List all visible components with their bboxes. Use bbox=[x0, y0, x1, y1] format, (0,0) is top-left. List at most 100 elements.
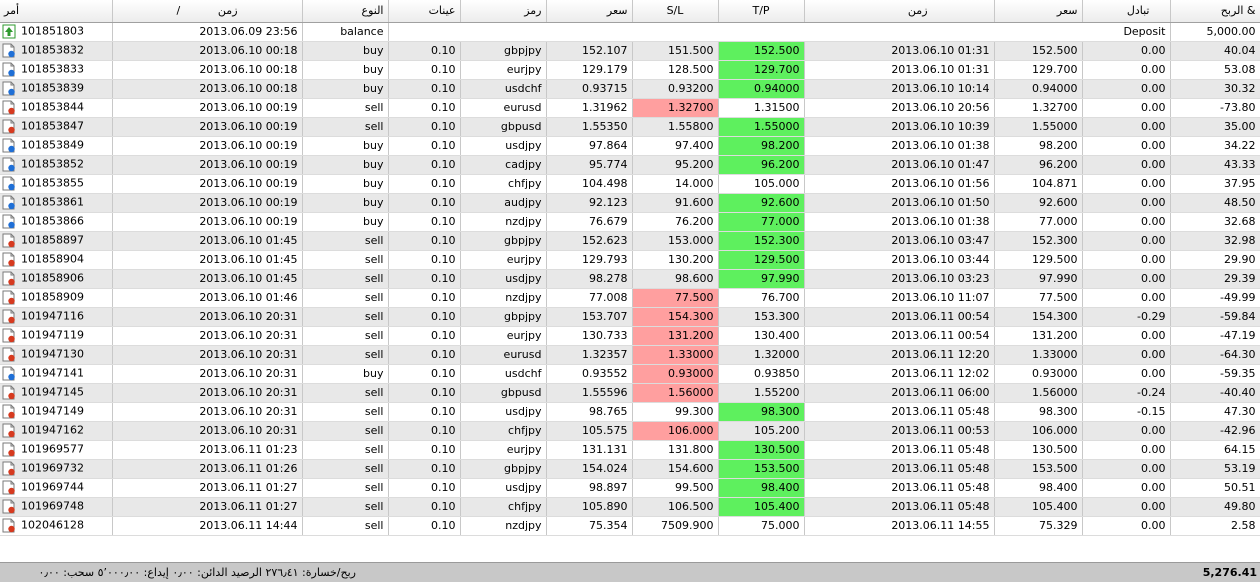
col-lots-header[interactable]: عينات bbox=[388, 0, 461, 23]
balance-row[interactable]: 101851803 2013.06.09 23:56 balance Depos… bbox=[0, 22, 1260, 42]
tp-cell: 152.300 bbox=[718, 231, 805, 251]
close-time-cell: 2013.06.10 01:50 bbox=[804, 193, 995, 213]
profit-cell: 30.32 bbox=[1170, 79, 1260, 99]
tp-cell: 97.990 bbox=[718, 269, 805, 289]
close-time-cell: 2013.06.11 06:00 bbox=[804, 383, 995, 403]
profit-cell: 50.51 bbox=[1170, 478, 1260, 498]
close-price-cell: 98.400 bbox=[994, 478, 1083, 498]
sl-cell: 1.33000 bbox=[632, 345, 719, 365]
trade-row[interactable]: 101853852 2013.06.10 00:19 buy 0.10 cadjpy 95… bbox=[0, 155, 1260, 175]
swap-cell: 0.00 bbox=[1082, 117, 1171, 137]
tp-cell: 98.200 bbox=[718, 136, 805, 156]
sl-cell: 1.55800 bbox=[632, 117, 719, 137]
ticket-cell: 101853839 bbox=[0, 79, 113, 99]
col-type-header[interactable]: النوع bbox=[302, 0, 389, 23]
profit-cell: 48.50 bbox=[1170, 193, 1260, 213]
col-time-header[interactable]: / زمن bbox=[112, 0, 303, 23]
trade-row[interactable]: 101853832 2013.06.10 00:18 buy 0.10 gbpjpy 15… bbox=[0, 41, 1260, 61]
trade-row[interactable]: 101853861 2013.06.10 00:19 buy 0.10 audjpy 92… bbox=[0, 193, 1260, 213]
trade-row[interactable]: 101858904 2013.06.10 01:45 sell 0.10 eurjpy 1… bbox=[0, 250, 1260, 270]
col-ticket-header[interactable]: أمر bbox=[0, 0, 113, 23]
col-symbol-header[interactable]: رمز bbox=[460, 0, 547, 23]
trade-row[interactable]: 101853855 2013.06.10 00:19 buy 0.10 chfjpy 10… bbox=[0, 174, 1260, 194]
close-time-cell: 2013.06.11 14:55 bbox=[804, 516, 995, 536]
close-time-cell: 2013.06.10 01:31 bbox=[804, 60, 995, 80]
lots-cell: 0.10 bbox=[388, 193, 461, 213]
close-price-cell: 75.329 bbox=[994, 516, 1083, 536]
sl-cell: 128.500 bbox=[632, 60, 719, 80]
tp-cell: 152.500 bbox=[718, 41, 805, 61]
trade-row[interactable]: 101858906 2013.06.10 01:45 sell 0.10 usdjpy 9… bbox=[0, 269, 1260, 289]
trade-row[interactable]: 101969732 2013.06.11 01:26 sell 0.10 gbpjpy 1… bbox=[0, 459, 1260, 479]
tp-cell: 130.500 bbox=[718, 440, 805, 460]
trade-row[interactable]: 101853844 2013.06.10 00:19 sell 0.10 eurusd 1… bbox=[0, 98, 1260, 118]
ticket-cell: 101969748 bbox=[0, 497, 113, 517]
close-time-cell: 2013.06.10 11:07 bbox=[804, 288, 995, 308]
trade-row[interactable]: 101858897 2013.06.10 01:45 sell 0.10 gbpjpy 1… bbox=[0, 231, 1260, 251]
trade-row[interactable]: 101947119 2013.06.10 20:31 sell 0.10 eurjpy 1… bbox=[0, 326, 1260, 346]
col-profit-header[interactable]: الربح & bbox=[1170, 0, 1260, 23]
profit-cell: -64.30 bbox=[1170, 345, 1260, 365]
open-time-cell: 2013.06.11 01:26 bbox=[112, 459, 303, 479]
symbol-cell: usdjpy bbox=[460, 136, 547, 156]
lots-cell: 0.10 bbox=[388, 326, 461, 346]
trade-row[interactable]: 101853833 2013.06.10 00:18 buy 0.10 eurjpy 12… bbox=[0, 60, 1260, 80]
close-time-cell: 2013.06.10 10:14 bbox=[804, 79, 995, 99]
col-close-time-header[interactable]: زمن bbox=[804, 0, 995, 23]
lots-cell: 0.10 bbox=[388, 79, 461, 99]
type-cell: sell bbox=[302, 117, 389, 137]
close-price-cell: 129.500 bbox=[994, 250, 1083, 270]
trade-row[interactable]: 101853839 2013.06.10 00:18 buy 0.10 usdchf 0.… bbox=[0, 79, 1260, 99]
ticket-cell: 101947149 bbox=[0, 402, 113, 422]
trade-row[interactable]: 101947149 2013.06.10 20:31 sell 0.10 usdjpy 9… bbox=[0, 402, 1260, 422]
trade-row[interactable]: 101858909 2013.06.10 01:46 sell 0.10 nzdjpy 7… bbox=[0, 288, 1260, 308]
open-price-cell: 98.278 bbox=[546, 269, 633, 289]
trade-row[interactable]: 102046128 2013.06.11 14:44 sell 0.10 nzdjpy 7… bbox=[0, 516, 1260, 536]
type-cell: sell bbox=[302, 98, 389, 118]
sl-cell: 0.93200 bbox=[632, 79, 719, 99]
symbol-cell: eurjpy bbox=[460, 326, 547, 346]
type-cell: sell bbox=[302, 516, 389, 536]
trade-row[interactable]: 101947162 2013.06.10 20:31 sell 0.10 chfjpy 1… bbox=[0, 421, 1260, 441]
trade-row[interactable]: 101947145 2013.06.10 20:31 sell 0.10 gbpusd 1… bbox=[0, 383, 1260, 403]
close-price-cell: 1.55000 bbox=[994, 117, 1083, 137]
type-cell: sell bbox=[302, 383, 389, 403]
sl-cell: 77.500 bbox=[632, 288, 719, 308]
col-swap-header[interactable]: تبادل bbox=[1082, 0, 1171, 23]
close-price-cell: 77.500 bbox=[994, 288, 1083, 308]
swap-cell: 0.00 bbox=[1082, 326, 1171, 346]
trade-row[interactable]: 101853847 2013.06.10 00:19 sell 0.10 gbpusd 1… bbox=[0, 117, 1260, 137]
sl-cell: 76.200 bbox=[632, 212, 719, 232]
trade-row[interactable]: 101969577 2013.06.11 01:23 sell 0.10 eurjpy 1… bbox=[0, 440, 1260, 460]
trade-row[interactable]: 101947141 2013.06.10 20:31 buy 0.10 usdchf 0.… bbox=[0, 364, 1260, 384]
sell-order-icon bbox=[2, 100, 16, 115]
ticket-cell: 101853833 bbox=[0, 60, 113, 80]
tp-cell: 75.000 bbox=[718, 516, 805, 536]
buy-order-icon bbox=[2, 157, 16, 172]
trade-row[interactable]: 101853849 2013.06.10 00:19 buy 0.10 usdjpy 97… bbox=[0, 136, 1260, 156]
col-open-price-header[interactable]: سعر bbox=[546, 0, 633, 23]
col-close-price-header[interactable]: سعر bbox=[994, 0, 1083, 23]
symbol-cell: gbpjpy bbox=[460, 231, 547, 251]
close-time-cell: 2013.06.10 01:38 bbox=[804, 212, 995, 232]
open-price-cell: 0.93552 bbox=[546, 364, 633, 384]
sell-order-icon bbox=[2, 404, 16, 419]
tp-cell: 98.400 bbox=[718, 478, 805, 498]
lots-cell: 0.10 bbox=[388, 383, 461, 403]
symbol-cell: chfjpy bbox=[460, 497, 547, 517]
trade-row[interactable]: 101969744 2013.06.11 01:27 sell 0.10 usdjpy 9… bbox=[0, 478, 1260, 498]
open-price-cell: 76.679 bbox=[546, 212, 633, 232]
col-tp-header[interactable]: T/P bbox=[718, 0, 805, 23]
sell-order-icon bbox=[2, 499, 16, 514]
open-time-cell: 2013.06.10 00:19 bbox=[112, 98, 303, 118]
trade-row[interactable]: 101947116 2013.06.10 20:31 sell 0.10 gbpjpy 1… bbox=[0, 307, 1260, 327]
lots-cell: 0.10 bbox=[388, 478, 461, 498]
col-sl-header[interactable]: S/L bbox=[632, 0, 719, 23]
close-time-cell: 2013.06.11 00:53 bbox=[804, 421, 995, 441]
trade-row[interactable]: 101853866 2013.06.10 00:19 buy 0.10 nzdjpy 76… bbox=[0, 212, 1260, 232]
trade-row[interactable]: 101969748 2013.06.11 01:27 sell 0.10 chfjpy 1… bbox=[0, 497, 1260, 517]
ticket-cell: 101853832 bbox=[0, 41, 113, 61]
open-time-cell: 2013.06.10 20:31 bbox=[112, 383, 303, 403]
trade-row[interactable]: 101947130 2013.06.10 20:31 sell 0.10 eurusd 1… bbox=[0, 345, 1260, 365]
buy-order-icon bbox=[2, 43, 16, 58]
